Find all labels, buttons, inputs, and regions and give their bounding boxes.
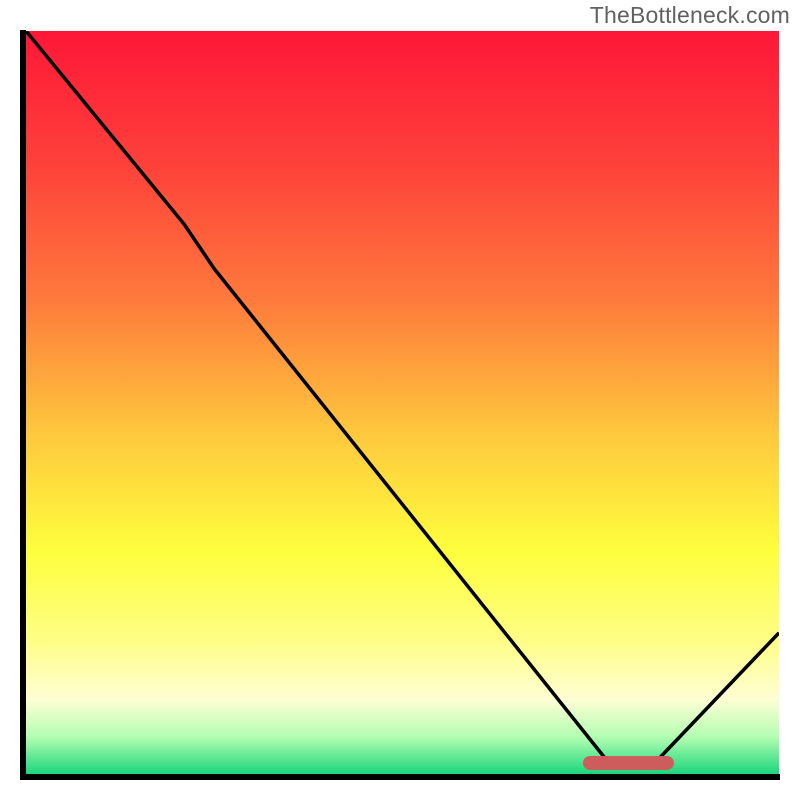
bottleneck-curve	[26, 31, 779, 774]
optimum-marker	[583, 756, 673, 770]
chart-container: TheBottleneck.com	[0, 0, 800, 800]
plot-area	[26, 31, 779, 774]
watermark-text: TheBottleneck.com	[590, 2, 790, 29]
